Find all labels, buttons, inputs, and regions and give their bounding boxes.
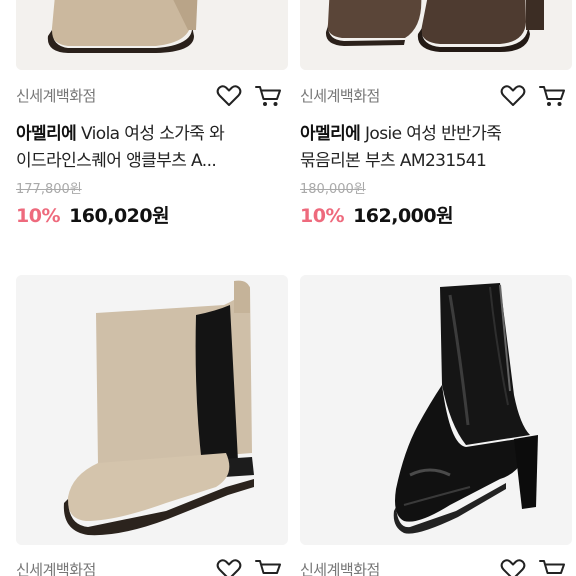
discount-rate: 10%	[16, 205, 60, 227]
product-title-line1: Josie 여성 반반가죽	[364, 124, 502, 144]
heart-icon[interactable]	[498, 80, 528, 110]
sale-price: 160,020원	[69, 205, 170, 227]
store-name: 신세계백화점	[300, 561, 380, 576]
store-name: 신세계백화점	[16, 561, 96, 576]
price-row: 10% 160,020원	[16, 201, 170, 228]
cart-icon[interactable]	[254, 554, 284, 576]
original-price: 177,800원	[16, 182, 82, 197]
product-image[interactable]	[300, 275, 572, 545]
discount-rate: 10%	[300, 205, 344, 227]
product-title[interactable]: 아멜리에 Viola 여성 소가죽 와 이드라인스퀘어 앵클부츠 A...	[16, 121, 276, 175]
product-title-line2: 이드라인스퀘어 앵클부츠 A...	[16, 151, 217, 171]
product-image[interactable]	[16, 0, 288, 70]
price-row: 10% 162,000원	[300, 201, 454, 228]
sale-price: 162,000원	[353, 205, 454, 227]
product-brand: 아멜리에	[16, 124, 77, 144]
product-title-line2: 묶음리본 부츠 AM231541	[300, 151, 487, 171]
product-title[interactable]: 아멜리에 Josie 여성 반반가죽 묶음리본 부츠 AM231541	[300, 121, 560, 175]
heart-icon[interactable]	[498, 554, 528, 576]
cart-icon[interactable]	[538, 554, 568, 576]
store-name: 신세계백화점	[16, 87, 96, 105]
product-title-line1: Viola 여성 소가죽 와	[80, 124, 225, 144]
heart-icon[interactable]	[214, 80, 244, 110]
heart-icon[interactable]	[214, 554, 244, 576]
product-image[interactable]	[300, 0, 572, 70]
store-name: 신세계백화점	[300, 87, 380, 105]
product-image[interactable]	[16, 275, 288, 545]
product-brand: 아멜리에	[300, 124, 361, 144]
original-price: 180,000원	[300, 182, 366, 197]
cart-icon[interactable]	[538, 80, 568, 110]
cart-icon[interactable]	[254, 80, 284, 110]
